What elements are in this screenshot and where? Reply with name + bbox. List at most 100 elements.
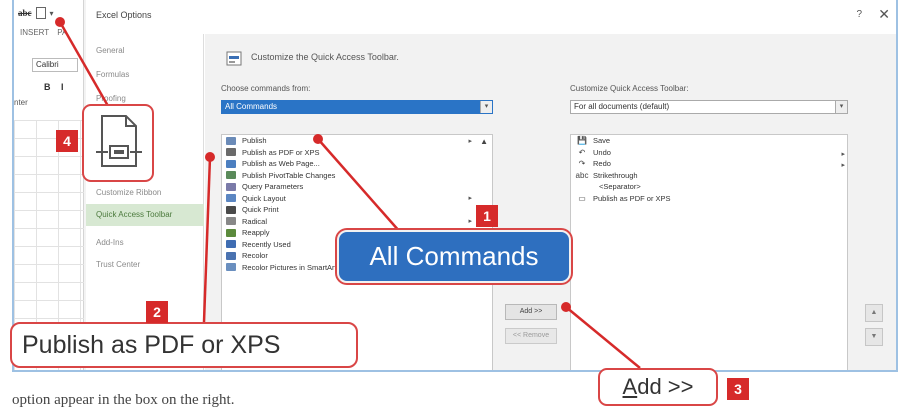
choose-commands-label: Choose commands from: <box>221 84 311 93</box>
qat-item-icon: ↷ <box>578 159 586 169</box>
customize-qat-value: For all documents (default) <box>574 102 670 111</box>
command-label: Reapply <box>242 228 270 238</box>
choose-commands-select[interactable]: All Commands ▾ <box>221 100 493 114</box>
command-list-item[interactable]: Publish ▸ <box>222 135 492 147</box>
add-button[interactable]: Add >> <box>505 304 557 320</box>
caption: option appear in the box on the right. <box>12 392 235 408</box>
command-label: Publish <box>242 136 267 146</box>
bold-italic-buttons[interactable]: B I <box>44 82 68 92</box>
body-header: Customize the Quick Access Toolbar. <box>251 52 399 62</box>
qat-item-label: <Separator> <box>599 182 641 192</box>
qat-item-icon: abc <box>575 170 589 180</box>
add-callout-rest: dd >> <box>637 374 694 399</box>
command-list-item[interactable]: Radical ▸ <box>222 216 492 228</box>
command-label: Publish as PDF or XPS <box>242 147 320 157</box>
qat-list-item[interactable]: ▭ Publish as PDF or XPS <box>571 193 847 205</box>
qat-list-item[interactable]: abc Strikethrough <box>571 170 847 182</box>
move-down-button[interactable]: ▼ <box>865 328 883 346</box>
nav-quick-access-toolbar[interactable]: Quick Access Toolbar <box>86 204 204 226</box>
qat-item-label: Strikethrough <box>593 170 638 180</box>
qat-item-label: Redo <box>593 159 611 169</box>
font-name-box[interactable]: Calibri <box>32 58 78 72</box>
publish-pdf-qat-icon[interactable] <box>35 7 46 19</box>
center-label: nter <box>14 98 28 107</box>
command-icon <box>226 205 236 214</box>
command-icon <box>226 194 236 203</box>
command-label: Recolor Pictures in SmartArt Graphic <box>242 262 365 272</box>
excel-options-dialog: Excel Options ? ✕ General Formulas Proof… <box>86 0 896 370</box>
command-list-item[interactable]: Recolor ▸ <box>222 250 492 262</box>
chevron-down-icon[interactable]: ▾ <box>480 101 492 113</box>
command-icon <box>226 240 236 249</box>
options-nav: General Formulas Proofing Customize Ribb… <box>86 34 204 370</box>
tab-insert[interactable]: INSERT <box>20 28 49 37</box>
nav-trust-center[interactable]: Trust Center <box>96 260 140 269</box>
qat-list-item[interactable]: 💾 Save <box>571 135 847 147</box>
command-label: Query Parameters <box>242 182 304 192</box>
qat-item-icon: ▭ <box>578 193 586 203</box>
qat-submenu-markers: ▸ ▸ <box>841 151 845 169</box>
nav-formulas[interactable]: Formulas <box>96 70 129 79</box>
choose-commands-value: All Commands <box>225 102 278 111</box>
command-list-item[interactable]: Recolor Pictures in SmartArt Graphic <box>222 262 492 274</box>
customize-qat-select[interactable]: For all documents (default) ▾ <box>570 100 848 114</box>
chevron-down-icon[interactable]: ▾ <box>835 101 847 113</box>
qat-item-icon: 💾 <box>577 136 587 146</box>
submenu-arrow-icon: ▸ <box>468 195 472 203</box>
nav-proofing[interactable]: Proofing <box>96 94 126 103</box>
command-icon <box>226 251 236 260</box>
qat-item-label: Publish as PDF or XPS <box>593 193 671 203</box>
help-button[interactable]: ? <box>856 9 862 20</box>
excel-window-strip: abc ▾ INSERT PA Calibri B I nter <box>14 0 84 370</box>
remove-button[interactable]: << Remove <box>505 328 557 344</box>
command-label: Recently Used <box>242 239 291 249</box>
command-list-item[interactable]: Query Parameters <box>222 181 492 193</box>
command-icon <box>226 228 236 237</box>
commands-list[interactable]: ▲ Publish ▸ Publish as PDF or XPS Publish a… <box>221 134 493 370</box>
ribbon-tabs[interactable]: INSERT PA <box>20 28 67 37</box>
move-up-button[interactable]: ▲ <box>865 304 883 322</box>
command-label: Radical <box>242 216 268 226</box>
command-list-item[interactable]: Quick Layout ▸ <box>222 193 492 205</box>
nav-add-ins[interactable]: Add-Ins <box>96 238 124 247</box>
command-list-item[interactable]: Publish as PDF or XPS <box>222 147 492 159</box>
step-badge-3: 3 <box>727 378 749 400</box>
add-callout: Add >> <box>598 368 718 406</box>
command-list-item[interactable]: Publish PivotTable Changes <box>222 170 492 182</box>
customize-qat-label: Customize Quick Access Toolbar: <box>570 84 689 93</box>
command-list-item[interactable]: Recently Used ▸ <box>222 239 492 251</box>
nav-customize-ribbon[interactable]: Customize Ribbon <box>96 188 161 197</box>
command-label: Recolor <box>242 251 268 261</box>
qat-items-list[interactable]: 💾 Save ↶ Undo ↷ Redo abc Strikethrough <Separato… <box>570 134 848 370</box>
qat-list-item[interactable]: <Separator> <box>571 181 847 193</box>
command-icon <box>226 159 236 168</box>
command-label: Quick Layout <box>242 193 286 203</box>
strikethrough-icon[interactable]: abc <box>18 8 32 18</box>
excel-quick-access-toolbar: abc ▾ <box>18 4 54 22</box>
qat-dropdown-icon[interactable]: ▾ <box>50 9 54 18</box>
nav-general[interactable]: General <box>96 46 124 55</box>
quick-access-toolbar-icon <box>226 51 242 66</box>
submenu-arrow-icon: ▸ <box>468 252 472 260</box>
command-list-item[interactable]: Quick Print <box>222 204 492 216</box>
submenu-arrow-icon: ▸ <box>468 137 472 145</box>
worksheet-grid[interactable] <box>14 120 84 370</box>
qat-list-item[interactable]: ↷ Redo <box>571 158 847 170</box>
command-list-item[interactable]: Publish as Web Page... <box>222 158 492 170</box>
command-label: Publish PivotTable Changes <box>242 170 336 180</box>
dialog-title: Excel Options <box>96 10 152 20</box>
command-icon <box>226 148 236 157</box>
scroll-up-icon[interactable]: ▲ <box>480 137 488 146</box>
qat-item-icon: ↶ <box>578 147 586 157</box>
submenu-arrow-icon: ▸ <box>468 218 472 226</box>
add-callout-accelerator: A <box>622 374 638 399</box>
command-icon <box>226 263 236 272</box>
command-icon <box>226 136 236 145</box>
command-list-item[interactable]: Reapply <box>222 227 492 239</box>
command-label: Quick Print <box>242 205 279 215</box>
close-icon[interactable]: ✕ <box>878 6 890 23</box>
qat-list-item[interactable]: ↶ Undo <box>571 147 847 159</box>
command-icon <box>226 182 236 191</box>
tab-page-layout[interactable]: PA <box>57 28 67 37</box>
command-icon <box>226 217 236 226</box>
